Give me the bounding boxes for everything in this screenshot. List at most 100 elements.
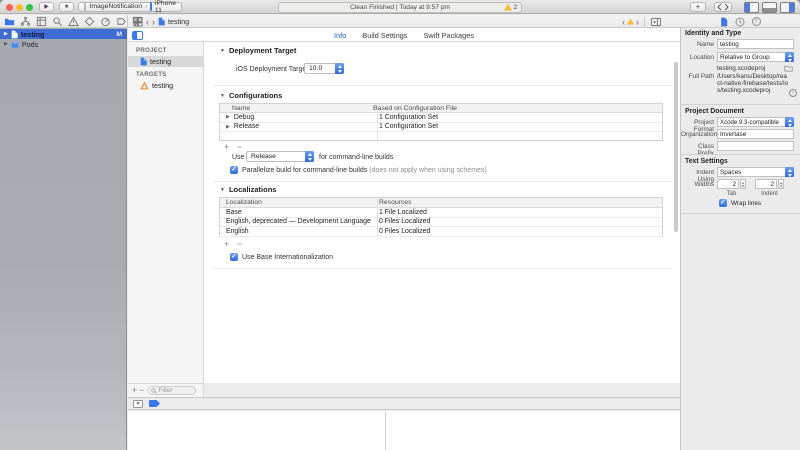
- tab-width-field[interactable]: 2: [717, 179, 739, 189]
- table-row[interactable]: English, deprecated — Development Langua…: [220, 218, 662, 228]
- breakpoints-toggle-icon[interactable]: [149, 400, 160, 407]
- configurations-section-header[interactable]: ▼ Configurations: [220, 91, 282, 100]
- scheme-device-label: iPhone 11: [155, 0, 176, 14]
- run-button[interactable]: ▶: [39, 2, 54, 12]
- localization-resources: 0 Files Localized: [371, 228, 430, 235]
- toggle-debug-area-button[interactable]: [762, 2, 777, 13]
- related-items-icon[interactable]: [133, 17, 143, 27]
- disclosure-icon[interactable]: ▼: [220, 93, 225, 99]
- reveal-arrow-icon[interactable]: ›: [789, 89, 797, 97]
- project-format-popup[interactable]: Xcode 9.3-compatible: [717, 117, 794, 127]
- table-row[interactable]: Base 1 File Localized: [220, 208, 662, 218]
- divider: [681, 154, 800, 155]
- folder-icon[interactable]: [784, 65, 793, 72]
- project-item-testing[interactable]: testing: [128, 56, 204, 67]
- previous-issue-button[interactable]: ‹: [622, 17, 625, 27]
- toolbar: ▶ ■ ImageNotification › iPhone 11 Clean …: [0, 0, 800, 14]
- stop-button[interactable]: ■: [59, 2, 74, 12]
- breakpoint-icon: [116, 16, 127, 27]
- command-line-config-popup[interactable]: Release: [246, 151, 314, 162]
- jump-bar-file[interactable]: testing: [168, 17, 189, 26]
- navigator-item-pods[interactable]: ▶ Pods: [0, 39, 127, 49]
- remove-button[interactable]: −: [139, 386, 144, 395]
- disclosure-icon[interactable]: ▶: [4, 41, 8, 47]
- navigator-item-testing[interactable]: ▶ testing M: [0, 29, 127, 39]
- add-localization-button[interactable]: +: [224, 240, 229, 249]
- parallelize-checkbox[interactable]: ✓: [230, 166, 238, 174]
- popup-value: Relative to Group: [720, 54, 770, 61]
- indent-using-popup[interactable]: Spaces: [717, 167, 794, 177]
- activity-status-display: Clean Finished | Today at 9:57 pm 2: [278, 2, 522, 13]
- identity-section-title: Identity and Type: [685, 30, 741, 37]
- target-item-testing[interactable]: testing: [128, 80, 204, 91]
- indent-width-stepper[interactable]: [778, 179, 784, 189]
- localizations-section-header[interactable]: ▼ Localizations: [220, 185, 276, 194]
- ios-deployment-target-popup[interactable]: 10.0: [304, 63, 344, 74]
- tab-width-stepper[interactable]: [740, 179, 746, 189]
- file-inspector-tab-icon[interactable]: [720, 17, 728, 27]
- tab-swift-packages[interactable]: Swift Packages: [424, 31, 475, 40]
- next-issue-button[interactable]: ›: [636, 17, 639, 27]
- add-configuration-button[interactable]: +: [224, 143, 229, 152]
- issue-navigator-tab[interactable]: [67, 15, 80, 28]
- zoom-window-button[interactable]: [26, 4, 33, 11]
- debug-pulldown-icon[interactable]: ▼: [133, 400, 143, 408]
- disclosure-icon[interactable]: ▶: [226, 114, 230, 120]
- table-row[interactable]: English 0 Files Localized: [220, 227, 662, 237]
- tab-build-settings[interactable]: Build Settings: [362, 31, 407, 40]
- table-row[interactable]: ▶Release 1 Configuration Set: [220, 123, 662, 133]
- add-button[interactable]: +: [132, 386, 137, 395]
- disclosure-icon[interactable]: ▼: [220, 187, 225, 193]
- library-button[interactable]: +: [690, 2, 706, 12]
- section-divider: [214, 268, 672, 269]
- debug-variables-pane[interactable]: [128, 411, 385, 450]
- warning-count: 2: [513, 4, 517, 11]
- deployment-target-section-header[interactable]: ▼ Deployment Target: [220, 46, 296, 55]
- symbol-navigator-tab[interactable]: [35, 15, 48, 28]
- location-label: Location: [681, 54, 714, 61]
- warning-badge[interactable]: 2: [504, 4, 517, 11]
- name-field[interactable]: testing: [717, 39, 794, 49]
- location-popup[interactable]: Relative to Group: [717, 52, 794, 62]
- history-inspector-tab[interactable]: [735, 17, 745, 27]
- wrap-lines-checkbox[interactable]: ✓: [719, 199, 727, 207]
- quick-help-inspector-tab[interactable]: ?: [752, 17, 761, 26]
- disclosure-icon[interactable]: ▶: [226, 124, 230, 130]
- tab-info[interactable]: Info: [334, 31, 346, 40]
- scheme-selector[interactable]: ImageNotification › iPhone 11: [78, 2, 182, 12]
- column-name: Name: [220, 105, 365, 112]
- editor-focus-button[interactable]: [714, 2, 732, 12]
- divider: [681, 104, 800, 105]
- find-navigator-tab[interactable]: [51, 15, 64, 28]
- debug-console-pane[interactable]: [386, 411, 680, 450]
- add-editor-icon[interactable]: [650, 17, 662, 27]
- remove-configuration-button[interactable]: −: [237, 143, 242, 152]
- debug-navigator-tab[interactable]: [99, 15, 112, 28]
- minimize-window-button[interactable]: [16, 4, 23, 11]
- localization-name: English: [220, 228, 371, 235]
- class-prefix-field[interactable]: [717, 141, 794, 151]
- indent-width-field[interactable]: 2: [755, 179, 777, 189]
- disclosure-icon[interactable]: ▼: [220, 48, 225, 54]
- plus-icon: +: [696, 2, 701, 11]
- test-navigator-tab[interactable]: [83, 15, 96, 28]
- popup-value: Release: [251, 153, 276, 160]
- text-settings-section-title: Text Settings: [685, 158, 728, 165]
- remove-localization-button[interactable]: −: [237, 240, 242, 249]
- forward-button[interactable]: ›: [152, 17, 155, 27]
- warning-icon: [504, 4, 512, 11]
- toggle-navigator-button[interactable]: [744, 2, 759, 13]
- close-window-button[interactable]: [6, 4, 13, 11]
- project-navigator-tab[interactable]: [3, 15, 16, 28]
- project-file-icon: [158, 17, 165, 26]
- organization-field[interactable]: Invertase: [717, 129, 794, 139]
- disclosure-icon[interactable]: ▶: [4, 31, 8, 37]
- toggle-inspector-button[interactable]: [780, 2, 795, 13]
- back-button[interactable]: ‹: [146, 17, 149, 27]
- source-control-navigator-tab[interactable]: [19, 15, 32, 28]
- scheme-target-label: ImageNotification: [89, 3, 142, 10]
- base-internationalization-checkbox[interactable]: ✓: [230, 253, 238, 261]
- table-row[interactable]: ▶Debug 1 Configuration Set: [220, 113, 662, 123]
- filter-input[interactable]: Filter: [147, 386, 196, 395]
- editor-scrollbar[interactable]: [674, 62, 678, 232]
